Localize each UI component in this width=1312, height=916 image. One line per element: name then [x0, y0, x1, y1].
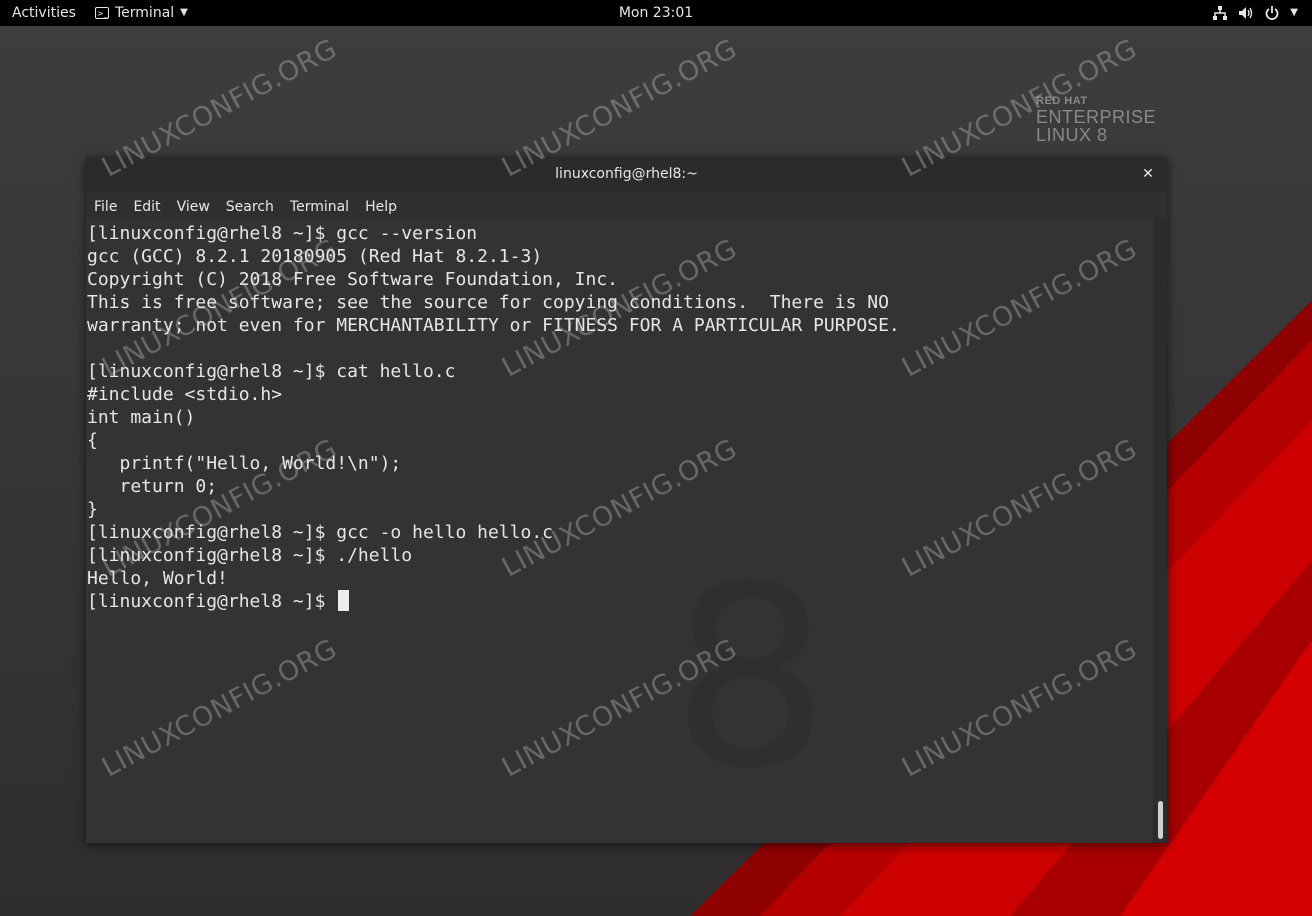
logo-line-1: RED HAT: [1036, 95, 1088, 107]
terminal-line: [linuxconfig@rhel8 ~]$ ./hello: [87, 545, 413, 566]
rhel-logo: RED HAT ENTERPRISE LINUX 8: [1036, 95, 1157, 145]
scrollbar[interactable]: [1153, 218, 1167, 843]
network-icon[interactable]: [1212, 5, 1228, 21]
menu-terminal[interactable]: Terminal: [282, 192, 357, 218]
terminal-line: {: [87, 430, 98, 451]
top-bar: Activities >_ Terminal ▼ Mon 23:01 ▼: [0, 0, 1312, 26]
menu-search[interactable]: Search: [218, 192, 282, 218]
volume-icon[interactable]: [1238, 5, 1254, 21]
terminal-line: Copyright (C) 2018 Free Software Foundat…: [87, 269, 619, 290]
window-title: linuxconfig@rhel8:~: [555, 166, 698, 182]
text-cursor: [338, 590, 350, 611]
terminal-line: int main(): [87, 407, 196, 428]
logo-line-2: ENTERPRISE: [1036, 107, 1157, 127]
terminal-line: [linuxconfig@rhel8 ~]$ cat hello.c: [87, 361, 456, 382]
menu-bar: File Edit View Search Terminal Help: [86, 192, 1167, 218]
terminal-line: This is free software; see the source fo…: [87, 292, 889, 313]
terminal-line: printf("Hello, World!\n");: [87, 453, 402, 474]
window-titlebar[interactable]: linuxconfig@rhel8:~ ✕: [86, 157, 1167, 192]
terminal-prompt: [linuxconfig@rhel8 ~]$: [87, 591, 337, 612]
terminal-window: linuxconfig@rhel8:~ ✕ File Edit View Sea…: [86, 157, 1167, 843]
chevron-down-icon: ▼: [180, 7, 188, 18]
terminal-output[interactable]: 8 [linuxconfig@rhel8 ~]$ gcc --version g…: [86, 218, 1167, 843]
power-icon[interactable]: [1264, 5, 1280, 21]
menu-file[interactable]: File: [86, 192, 125, 218]
app-menu-button[interactable]: >_ Terminal ▼: [95, 0, 188, 26]
menu-edit[interactable]: Edit: [125, 192, 168, 218]
terminal-line: return 0;: [87, 476, 218, 497]
chevron-down-icon[interactable]: ▼: [1290, 0, 1298, 26]
activities-button[interactable]: Activities: [12, 0, 76, 26]
app-menu-label: Terminal: [115, 5, 175, 21]
terminal-text: [linuxconfig@rhel8 ~]$ gcc --version gcc…: [87, 222, 900, 613]
terminal-line: gcc (GCC) 8.2.1 20180905 (Red Hat 8.2.1-…: [87, 246, 543, 267]
logo-line-3: LINUX 8: [1036, 125, 1108, 145]
close-icon[interactable]: ✕: [1139, 165, 1157, 183]
terminal-line: #include <stdio.h>: [87, 384, 283, 405]
terminal-line: warranty; not even for MERCHANTABILITY o…: [87, 315, 900, 336]
clock-area: Mon 23:01: [0, 0, 1312, 26]
terminal-line: }: [87, 499, 98, 520]
clock-button[interactable]: Mon 23:01: [619, 5, 693, 21]
menu-help[interactable]: Help: [357, 192, 405, 218]
terminal-line: [linuxconfig@rhel8 ~]$ gcc --version: [87, 223, 478, 244]
system-tray[interactable]: ▼: [1212, 0, 1298, 26]
terminal-icon: >_: [95, 7, 109, 19]
menu-view[interactable]: View: [169, 192, 218, 218]
scrollbar-thumb[interactable]: [1158, 801, 1163, 839]
terminal-line: Hello, World!: [87, 568, 228, 589]
terminal-line: [linuxconfig@rhel8 ~]$ gcc -o hello hell…: [87, 522, 553, 543]
